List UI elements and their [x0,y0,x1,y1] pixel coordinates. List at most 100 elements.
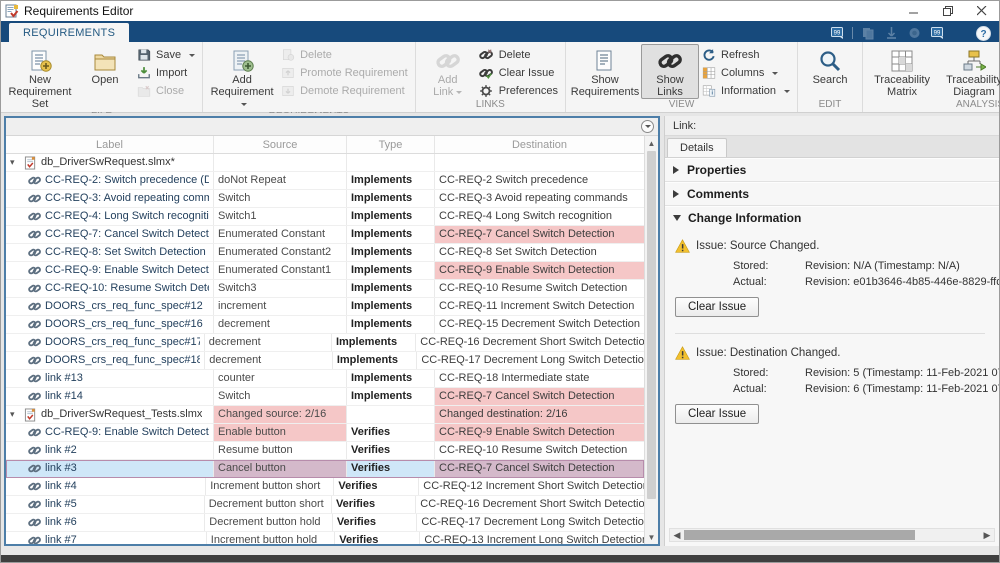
clear-issue-button[interactable]: Clear Issue [479,65,558,81]
refresh-button[interactable]: Refresh [701,47,790,63]
link-row[interactable]: DOORS_crs_req_func_spec#17decrementImple… [6,334,644,352]
show-requirements-button[interactable]: ShowRequirements [569,44,641,99]
link-row[interactable]: CC-REQ-2: Switch precedence (DOORS...doN… [6,172,644,190]
vertical-scrollbar[interactable]: ▲ ▼ [644,136,658,544]
demote-requirement-button-label: Demote Requirement [300,85,405,97]
ribbon-tab-strip: REQUIREMENTS 99 99 ? [1,21,999,42]
scroll-up-icon[interactable]: ▲ [645,136,658,150]
scrollbar-thumb[interactable] [684,530,915,540]
demote-requirement-button[interactable]: Demote Requirement [280,83,408,99]
link-row[interactable]: DOORS_crs_req_func_spec#18decrementImple… [6,352,644,370]
cell-type: Verifies [332,496,416,513]
clear-issue-button[interactable]: Clear Issue [675,404,759,424]
expand-search-icon[interactable] [641,120,654,133]
link-row[interactable]: DOORS_crs_req_func_spec#12incrementImple… [6,298,644,316]
information-button[interactable]: iInformation [701,83,790,99]
column-header-type[interactable]: Type [347,136,435,153]
link-row[interactable]: link #5Decrement button shortVerifiesCC-… [6,496,644,514]
link-row[interactable]: CC-REQ-8: Set Switch Detection (DOO...En… [6,244,644,262]
comment-icon[interactable]: 99 [829,26,845,40]
link-row[interactable]: CC-REQ-10: Resume Switch Detection ...Sw… [6,280,644,298]
link-icon [28,516,41,529]
cell-source: Enumerated Constant1 [214,262,347,279]
column-header-label[interactable]: Label [6,136,214,153]
promote-requirement-button[interactable]: Promote Requirement [280,65,408,81]
tab-details[interactable]: Details [667,138,727,157]
link-row[interactable]: CC-REQ-4: Long Switch recognition (D...S… [6,208,644,226]
chevron-down-icon[interactable] [952,26,968,40]
row-label: DOORS_crs_req_func_spec#17 [45,334,200,351]
scrollbar-thumb[interactable] [647,151,656,499]
copy-icon[interactable] [860,26,876,40]
show-links-button[interactable]: ShowLinks [641,44,699,99]
link-header: Link: [665,116,999,136]
section-change-information-header[interactable]: Change Information [665,206,999,229]
collapse-twisty-icon[interactable]: ▾ [10,406,20,423]
requirement-set-row[interactable]: ▾db_DriverSwRequest.slmx* [6,154,644,172]
traceability-diagram-button-label: TraceabilityDiagram [946,74,1000,98]
link-row[interactable]: link #6Decrement button holdVerifiesCC-R… [6,514,644,532]
import-button[interactable]: Import [136,65,195,81]
column-header-source[interactable]: Source [214,136,347,153]
window-title: Requirements Editor [24,4,897,18]
link-icon [28,336,41,349]
link-row[interactable]: CC-REQ-9: Enable Switch Detection (D...E… [6,262,644,280]
delete-requirement-button[interactable]: Delete [280,47,408,63]
add-requirement-button[interactable]: AddRequirement [206,44,278,111]
traceability-matrix-button[interactable]: TraceabilityMatrix [866,44,938,99]
close-button[interactable] [965,1,999,21]
scroll-right-icon[interactable]: ▶ [980,530,994,541]
section-properties-header[interactable]: Properties [665,158,999,181]
delete-link-button[interactable]: Delete [479,47,558,63]
section-comments-header[interactable]: Comments [665,182,999,205]
link-row[interactable]: link #7Increment button holdVerifiesCC-R… [6,532,644,544]
preferences-button[interactable]: Preferences [479,83,558,99]
search-button[interactable]: Search [801,44,859,99]
new-requirement-set-button[interactable]: NewRequirement Set [4,44,76,111]
chevron-down-icon [673,215,681,225]
issue-block: Issue: Destination Changed.Stored:Revisi… [675,346,999,424]
cell-source: doNot Repeat [214,172,347,189]
link-row[interactable]: CC-REQ-9: Enable Switch Detection (D...E… [6,424,644,442]
scroll-left-icon[interactable]: ◀ [670,530,684,541]
requirement-set-file-icon [24,156,37,170]
tab-requirements[interactable]: REQUIREMENTS [9,23,129,42]
paste-icon[interactable] [883,26,899,40]
maximize-button[interactable] [931,1,965,21]
scroll-down-icon[interactable]: ▼ [645,530,658,544]
add-link-button[interactable]: AddLink [419,44,477,99]
link-row[interactable]: link #3Cancel buttonVerifiesCC-REQ-7 Can… [6,460,644,478]
link-row[interactable]: link #14SwitchImplementsCC-REQ-7 Cancel … [6,388,644,406]
link-row[interactable]: CC-REQ-3: Avoid repeating commands ...Sw… [6,190,644,208]
comment-menu-icon[interactable]: 99 [929,26,945,40]
row-label: CC-REQ-9: Enable Switch Detection (D... [45,424,209,441]
columns-button[interactable]: Columns [701,65,790,81]
traceability-diagram-button[interactable]: TraceabilityDiagram [938,44,1000,99]
cell-type: Implements [347,388,435,405]
import-button-label: Import [156,67,187,79]
collapse-twisty-icon[interactable]: ▾ [10,154,20,171]
minimize-button[interactable] [897,1,931,21]
close-button[interactable]: Close [136,83,195,99]
horizontal-scrollbar[interactable]: ◀ ▶ [669,528,995,542]
cell-dest: CC-REQ-13 Increment Long Switch Detectio… [420,532,644,544]
link-row[interactable]: link #2Resume buttonVerifiesCC-REQ-10 Re… [6,442,644,460]
delete-requirement-button-label: Delete [300,49,332,61]
requirement-set-row[interactable]: ▾db_DriverSwRequest_Tests.slmxChanged so… [6,406,644,424]
row-label: CC-REQ-8: Set Switch Detection (DOO... [45,244,209,261]
cell-source: Increment button hold [207,532,335,544]
ribbon-group-file: NewRequirement SetOpenSaveImportCloseFIL… [1,42,203,112]
clear-issue-button[interactable]: Clear Issue [675,297,759,317]
save-button[interactable]: Save [136,47,195,63]
link-row[interactable]: link #4Increment button shortVerifiesCC-… [6,478,644,496]
help-icon[interactable]: ? [975,26,991,40]
link-icon [28,390,41,403]
link-row[interactable]: DOORS_crs_req_func_spec#16decrementImple… [6,316,644,334]
stored-value: Revision: N/A (Timestamp: N/A) [805,260,999,272]
link-icon [28,372,41,385]
open-button[interactable]: Open [76,44,134,111]
print-icon[interactable] [906,26,922,40]
link-row[interactable]: link #13counterImplementsCC-REQ-18 Inter… [6,370,644,388]
link-row[interactable]: CC-REQ-7: Cancel Switch Detection (D...E… [6,226,644,244]
column-header-destination[interactable]: Destination [435,136,644,153]
